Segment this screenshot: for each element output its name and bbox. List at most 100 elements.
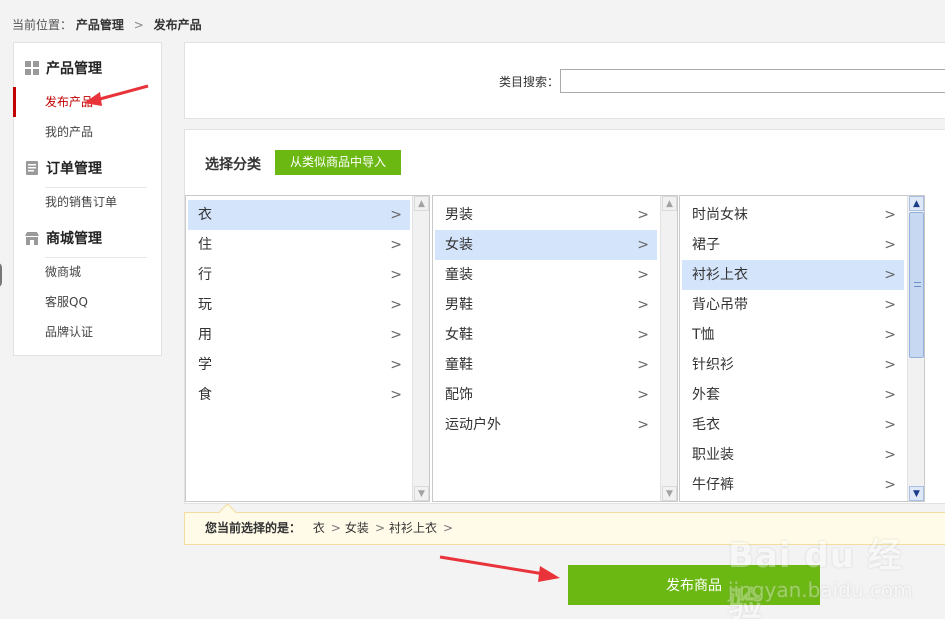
category-item[interactable]: 女装 > [435,230,657,260]
annotation-arrow-sidebar [84,84,149,106]
chevron-right-icon: > [884,237,896,253]
chevron-right-icon: > [637,327,649,343]
sidebar-divider [45,187,147,188]
category-item[interactable]: 毛衣 > [682,410,904,440]
chevron-right-icon: > [390,237,402,253]
chevron-right-icon: > [884,267,896,283]
select-category-title: 选择分类 [205,157,261,173]
scroll-down-arrow-icon[interactable]: ▼ [909,486,924,501]
scrollbar-thumb[interactable] [909,212,924,358]
category-item[interactable]: T恤 > [682,320,904,350]
category-item[interactable]: 裙子 > [682,230,904,260]
chevron-right-icon: > [884,447,896,463]
category-search-panel: 类目搜索： [184,42,945,119]
product-grid-icon [24,60,40,76]
category-item[interactable]: 牛仔裤 > [682,470,904,500]
chevron-right-icon: > [390,207,402,223]
chevron-right-icon: > [637,417,649,433]
chevron-right-icon: > [884,387,896,403]
category-item[interactable]: 男鞋 > [435,290,657,320]
chevron-right-icon: > [637,387,649,403]
chevron-right-icon: > [884,297,896,313]
breadcrumb-prefix: 当前位置： [12,18,73,32]
category-column-level2: 男装 > 女装 > 童装 > 男鞋 > 女鞋 > 童鞋 > 配饰 > 运动户外 > ▲ ▼ [432,195,678,502]
chevron-right-icon: > [637,267,649,283]
category-column-level1: 衣 > 住 > 行 > 玩 > 用 > 学 > 食 > ▲ ▼ [185,195,430,502]
selection-path-item: 女装 [344,521,369,535]
breadcrumb-product-management[interactable]: 产品管理 [76,18,124,32]
sidebar-item-micro-store[interactable]: 微商城 [14,261,161,283]
sidebar-item-my-products[interactable]: 我的产品 [14,121,161,143]
sidebar-item-brand-certification[interactable]: 品牌认证 [14,321,161,343]
sidebar-item-my-sales-orders[interactable]: 我的销售订单 [14,191,161,213]
sidebar-item-label: 品牌认证 [45,325,94,339]
category-item[interactable]: 食 > [188,380,410,410]
scrollbar-grip-icon [914,282,921,287]
category-item[interactable]: 学 > [188,350,410,380]
current-selection-label: 您当前选择的是： [205,521,302,535]
selection-path-item: 衣 [312,521,325,535]
chevron-right-icon: > [884,357,896,373]
column-scrollbar[interactable]: ▲ ▼ [412,196,429,501]
chevron-right-icon: > [390,387,402,403]
chevron-right-icon: > [637,237,649,253]
baidu-jingyan-watermark: Bai du 经验 jingyan.baidu.com [728,520,928,619]
category-item[interactable]: 时尚女袜 > [682,200,904,230]
scroll-up-arrow-icon[interactable]: ▲ [414,196,429,211]
column-scrollbar[interactable]: ▲ ▼ [660,196,677,501]
chevron-right-icon: > [884,477,896,493]
import-from-similar-button[interactable]: 从类似商品中导入 [275,150,401,175]
breadcrumb: 当前位置： 产品管理 > 发布产品 [12,16,202,33]
category-search-label: 类目搜索： [499,75,560,89]
chevron-right-icon: > [390,327,402,343]
chevron-right-icon: > [884,417,896,433]
category-item[interactable]: 背心吊带 > [682,290,904,320]
side-collapse-tab[interactable] [0,262,2,288]
category-item[interactable]: 男装 > [435,200,657,230]
category-item[interactable]: 配饰 > [435,380,657,410]
scroll-down-arrow-icon[interactable]: ▼ [414,486,429,501]
selection-path-separator: > [374,521,385,535]
category-item[interactable]: 行 > [188,260,410,290]
sidebar-group-title: 产品管理 [46,61,102,77]
scroll-down-arrow-icon[interactable]: ▼ [662,486,677,501]
selection-path-separator: > [443,521,454,535]
category-item[interactable]: 住 > [188,230,410,260]
watermark-url: jingyan.baidu.com [728,578,913,602]
breadcrumb-publish-product: 发布产品 [153,18,202,32]
category-column-level3: 时尚女袜 > 裙子 > 衬衫上衣 > 背心吊带 > T恤 > 针织衫 > 外套 > 毛衣 > 职… [679,195,925,502]
sidebar-group-title: 订单管理 [46,161,102,177]
category-item[interactable]: 职业装 > [682,440,904,470]
sidebar-item-customer-service-qq[interactable]: 客服QQ [14,291,161,313]
category-item[interactable]: 外套 > [682,380,904,410]
chevron-right-icon: > [390,357,402,373]
column-scrollbar[interactable]: ▲ ▼ [907,196,924,501]
sidebar-group-store-management: 商城管理 [24,227,102,249]
sidebar-group-product-management: 产品管理 [24,57,102,79]
category-search-input[interactable] [560,69,945,93]
sidebar-item-label: 微商城 [45,265,82,279]
category-item[interactable]: 针织衫 > [682,350,904,380]
sidebar-divider [45,257,147,258]
order-document-icon [24,160,40,176]
store-awning-icon [24,230,40,246]
category-item[interactable]: 运动户外 > [435,410,657,440]
category-item[interactable]: 女鞋 > [435,320,657,350]
chevron-right-icon: > [884,327,896,343]
chevron-right-icon: > [637,297,649,313]
breadcrumb-separator: > [133,18,144,32]
category-item[interactable]: 衣 > [188,200,410,230]
scroll-up-arrow-icon[interactable]: ▲ [662,196,677,211]
category-item[interactable]: 童装 > [435,260,657,290]
sidebar-item-label: 我的销售订单 [45,195,118,209]
category-item[interactable]: 童鞋 > [435,350,657,380]
category-item[interactable]: 用 > [188,320,410,350]
category-item[interactable]: 玩 > [188,290,410,320]
selection-path-separator: > [330,521,341,535]
sidebar-group-order-management: 订单管理 [24,157,102,179]
chevron-right-icon: > [884,207,896,223]
sidebar-item-label: 我的产品 [45,125,94,139]
scroll-up-arrow-icon[interactable]: ▲ [909,196,924,211]
selection-path-item: 衬衫上衣 [389,521,438,535]
category-item[interactable]: 衬衫上衣 > [682,260,904,290]
